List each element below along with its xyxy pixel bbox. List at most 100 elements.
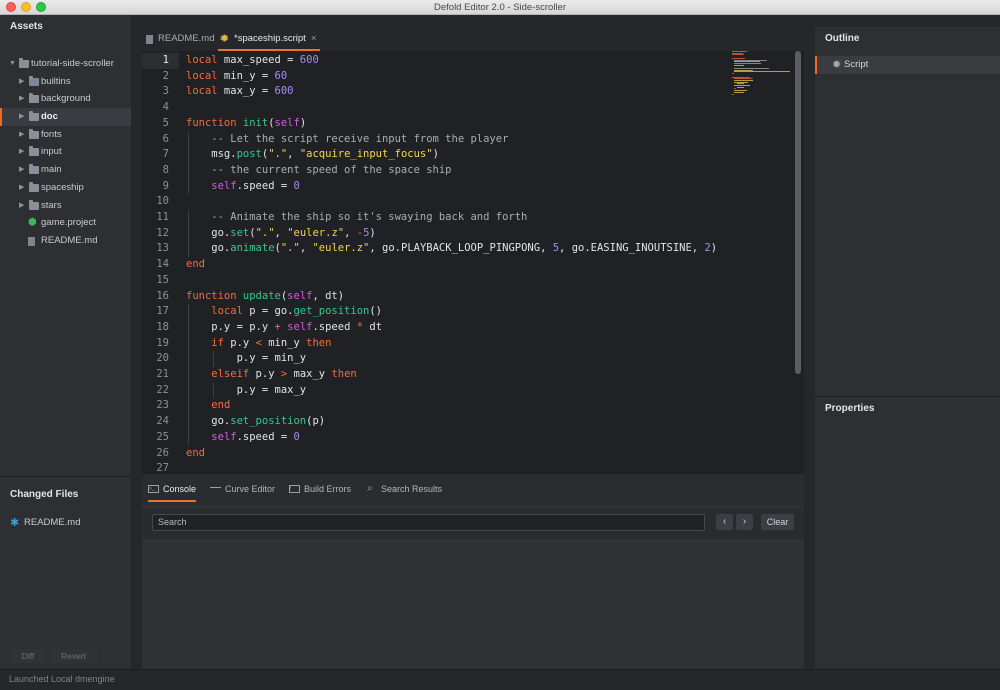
bottom-tab-label: Search Results [381,484,443,494]
line-number: 23 [156,399,169,412]
close-window-button[interactable] [6,2,16,12]
code-line: go.set_position(p) [186,415,326,428]
line-number: 17 [156,305,169,318]
line-number: 24 [156,415,169,428]
folder-icon [29,111,39,122]
tree-item-readme-md[interactable]: README.md [0,232,131,250]
tree-item-label: stars [41,199,62,211]
line-number: 15 [156,273,169,286]
tree-item-game-project[interactable]: ⬢ game.project [0,214,131,232]
console-output[interactable]: Search ‹ › Clear [142,505,804,669]
tree-item-main[interactable]: ▶ main [0,161,131,179]
line-number: 9 [162,179,169,192]
tree-item-label: builtins [41,75,71,87]
code-line: end [186,258,205,271]
clear-console-button[interactable]: Clear [761,514,794,530]
minimize-window-button[interactable] [21,2,31,12]
document-icon [146,35,153,44]
line-number: 21 [156,368,169,380]
code-line: end [186,446,205,459]
tree-item-background[interactable]: ▶ background [0,90,131,108]
code-line: go.animate(".", "euler.z", go.PLAYBACK_L… [186,242,718,255]
editor-scrollbar[interactable] [795,51,801,374]
tab-curve-editor[interactable]: Curve Editor [210,474,275,504]
curve-icon [210,487,221,491]
tab-search-results[interactable]: ⌕ Search Results [366,474,442,504]
close-tab-icon[interactable]: × [311,33,317,44]
tree-item-stars[interactable]: ▶ stars [0,197,131,215]
expand-arrow-icon[interactable]: ▶ [19,179,24,197]
folder-icon [29,164,39,175]
tab-readme[interactable]: README.md × [142,27,225,51]
line-number: 16 [156,289,169,302]
line-number: 20 [156,352,169,365]
tree-item-label: tutorial-side-scroller [31,58,114,69]
changed-file-item[interactable]: ✱ README.md [0,514,131,532]
code-line: end [211,399,231,412]
tab-spaceship-script[interactable]: ✹ *spaceship.script × [218,27,321,51]
bottom-tab-bar: >_ Console Curve Editor ! Build Errors ⌕… [142,474,804,504]
code-line: function init(self) [186,116,307,129]
zoom-window-button[interactable] [36,2,46,12]
document-icon [28,236,35,246]
tree-item-label: doc [41,111,58,123]
expand-arrow-icon[interactable]: ▶ [19,126,24,144]
window-controls [6,2,46,12]
status-bar: Launched Local dmengine [0,669,1000,690]
expand-arrow-icon[interactable]: ▶ [19,108,24,126]
tree-item-doc[interactable]: ▶ doc [0,108,131,126]
tab-console[interactable]: >_ Console [148,474,197,504]
expand-arrow-icon[interactable]: ▶ [19,90,24,108]
code-line: local min_y = 60 [186,69,288,82]
line-number: 5 [162,116,169,129]
tab-label: *spaceship.script [234,33,306,44]
bottom-tab-label: Console [163,484,197,494]
line-number: 25 [156,430,169,443]
outline-item-script[interactable]: ✹ Script [815,56,1000,74]
code-line: function update(self, dt) [186,289,345,302]
expand-arrow-icon[interactable]: ▶ [19,161,24,179]
collapse-arrow-icon[interactable]: ▼ [9,55,16,73]
code-editor[interactable]: 1 2 3 4 5 6 7 8 9 10 11 12 13 14 15 16 17 18 19 20 21 22 23 24 2… [142,51,804,474]
expand-arrow-icon[interactable]: ▶ [19,197,24,215]
editor-area: README.md × ✹ *spaceship.script × 12345678… [142,27,804,669]
tree-item-label: fonts [41,128,62,140]
code-line: p.y = p.y + self.speed * dt [186,320,383,333]
revert-button[interactable]: Revert [50,649,97,663]
line-number: 14 [156,258,169,271]
tree-item-spaceship[interactable]: ▶ spaceship [0,179,131,197]
gear-icon: ✹ [832,59,842,71]
tree-item-fonts[interactable]: ▶ fonts [0,126,131,144]
line-number: 22 [156,383,169,396]
code-line: p.y = min_y [186,352,307,365]
gear-icon: ✹ [220,33,230,45]
line-number: 8 [162,163,169,176]
bottom-tab-label: Curve Editor [225,484,276,494]
expand-arrow-icon[interactable]: ▶ [19,73,24,91]
tree-item-label: background [41,93,91,105]
line-number: 7 [162,148,169,161]
window-titlebar: Defold Editor 2.0 - Side-scroller [0,0,1000,15]
project-file-icon: ⬢ [28,217,37,229]
tree-item-input[interactable]: ▶ input [0,143,131,161]
console-search-input[interactable]: Search [152,514,705,531]
line-number: 3 [162,85,169,98]
minimap-line [732,54,744,56]
line-number: 11 [156,211,169,223]
tree-item-tutorial-side-scroller[interactable]: ▼ tutorial-side-scroller [0,55,131,73]
minimap-line [734,64,745,66]
outline-item-label: Script [844,59,869,70]
expand-arrow-icon[interactable]: ▶ [19,143,24,161]
tab-build-errors[interactable]: ! Build Errors [289,474,351,504]
code-line: local p = go.get_position() [211,305,382,318]
minimap-line [734,71,790,73]
tree-item-builtins[interactable]: ▶ builtins [0,73,131,91]
tree-item-label: spaceship [41,181,84,193]
diff-button[interactable]: Diff [10,649,46,663]
minimap[interactable] [732,51,792,99]
changed-file-label: README.md [24,517,81,528]
search-next-button[interactable]: › [736,514,753,530]
tree-item-label: game.project [41,217,96,229]
search-prev-button[interactable]: ‹ [716,514,733,530]
minimap-line [734,91,745,93]
